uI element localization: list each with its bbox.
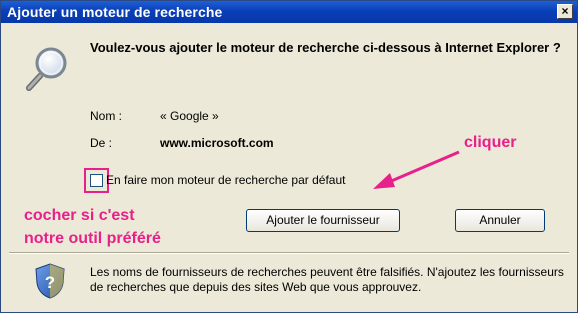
add-provider-button[interactable]: Ajouter le fournisseur — [246, 209, 400, 232]
warning-text: Les noms de fournisseurs de recherches p… — [90, 265, 564, 294]
provider-source: www.microsoft.com — [160, 136, 274, 150]
divider — [9, 252, 569, 254]
provider-name: « Google » — [160, 109, 219, 123]
default-provider-label[interactable]: En faire mon moteur de recherche par déf… — [106, 173, 345, 187]
from-label: De : — [90, 136, 113, 150]
cancel-button[interactable]: Annuler — [455, 209, 545, 232]
add-search-provider-dialog: Ajouter un moteur de recherche × Voulez-… — [0, 0, 578, 313]
name-label: Nom : — [90, 109, 123, 123]
click-annotation: cliquer — [464, 134, 517, 151]
magnifier-icon — [26, 47, 67, 91]
shield-question-icon: ? — [35, 263, 65, 299]
close-icon: × — [561, 4, 569, 18]
check-annotation-line1: cocher si c'est — [24, 207, 135, 224]
check-annotation-line2: notre outil préféré — [24, 230, 161, 247]
svg-text:?: ? — [45, 273, 55, 292]
close-button[interactable]: × — [557, 4, 573, 19]
default-provider-checkbox[interactable] — [90, 174, 103, 187]
title-bar: Ajouter un moteur de recherche × — [1, 1, 577, 23]
window-title: Ajouter un moteur de recherche — [7, 4, 223, 20]
confirmation-question: Voulez-vous ajouter le moteur de recherc… — [90, 40, 561, 55]
